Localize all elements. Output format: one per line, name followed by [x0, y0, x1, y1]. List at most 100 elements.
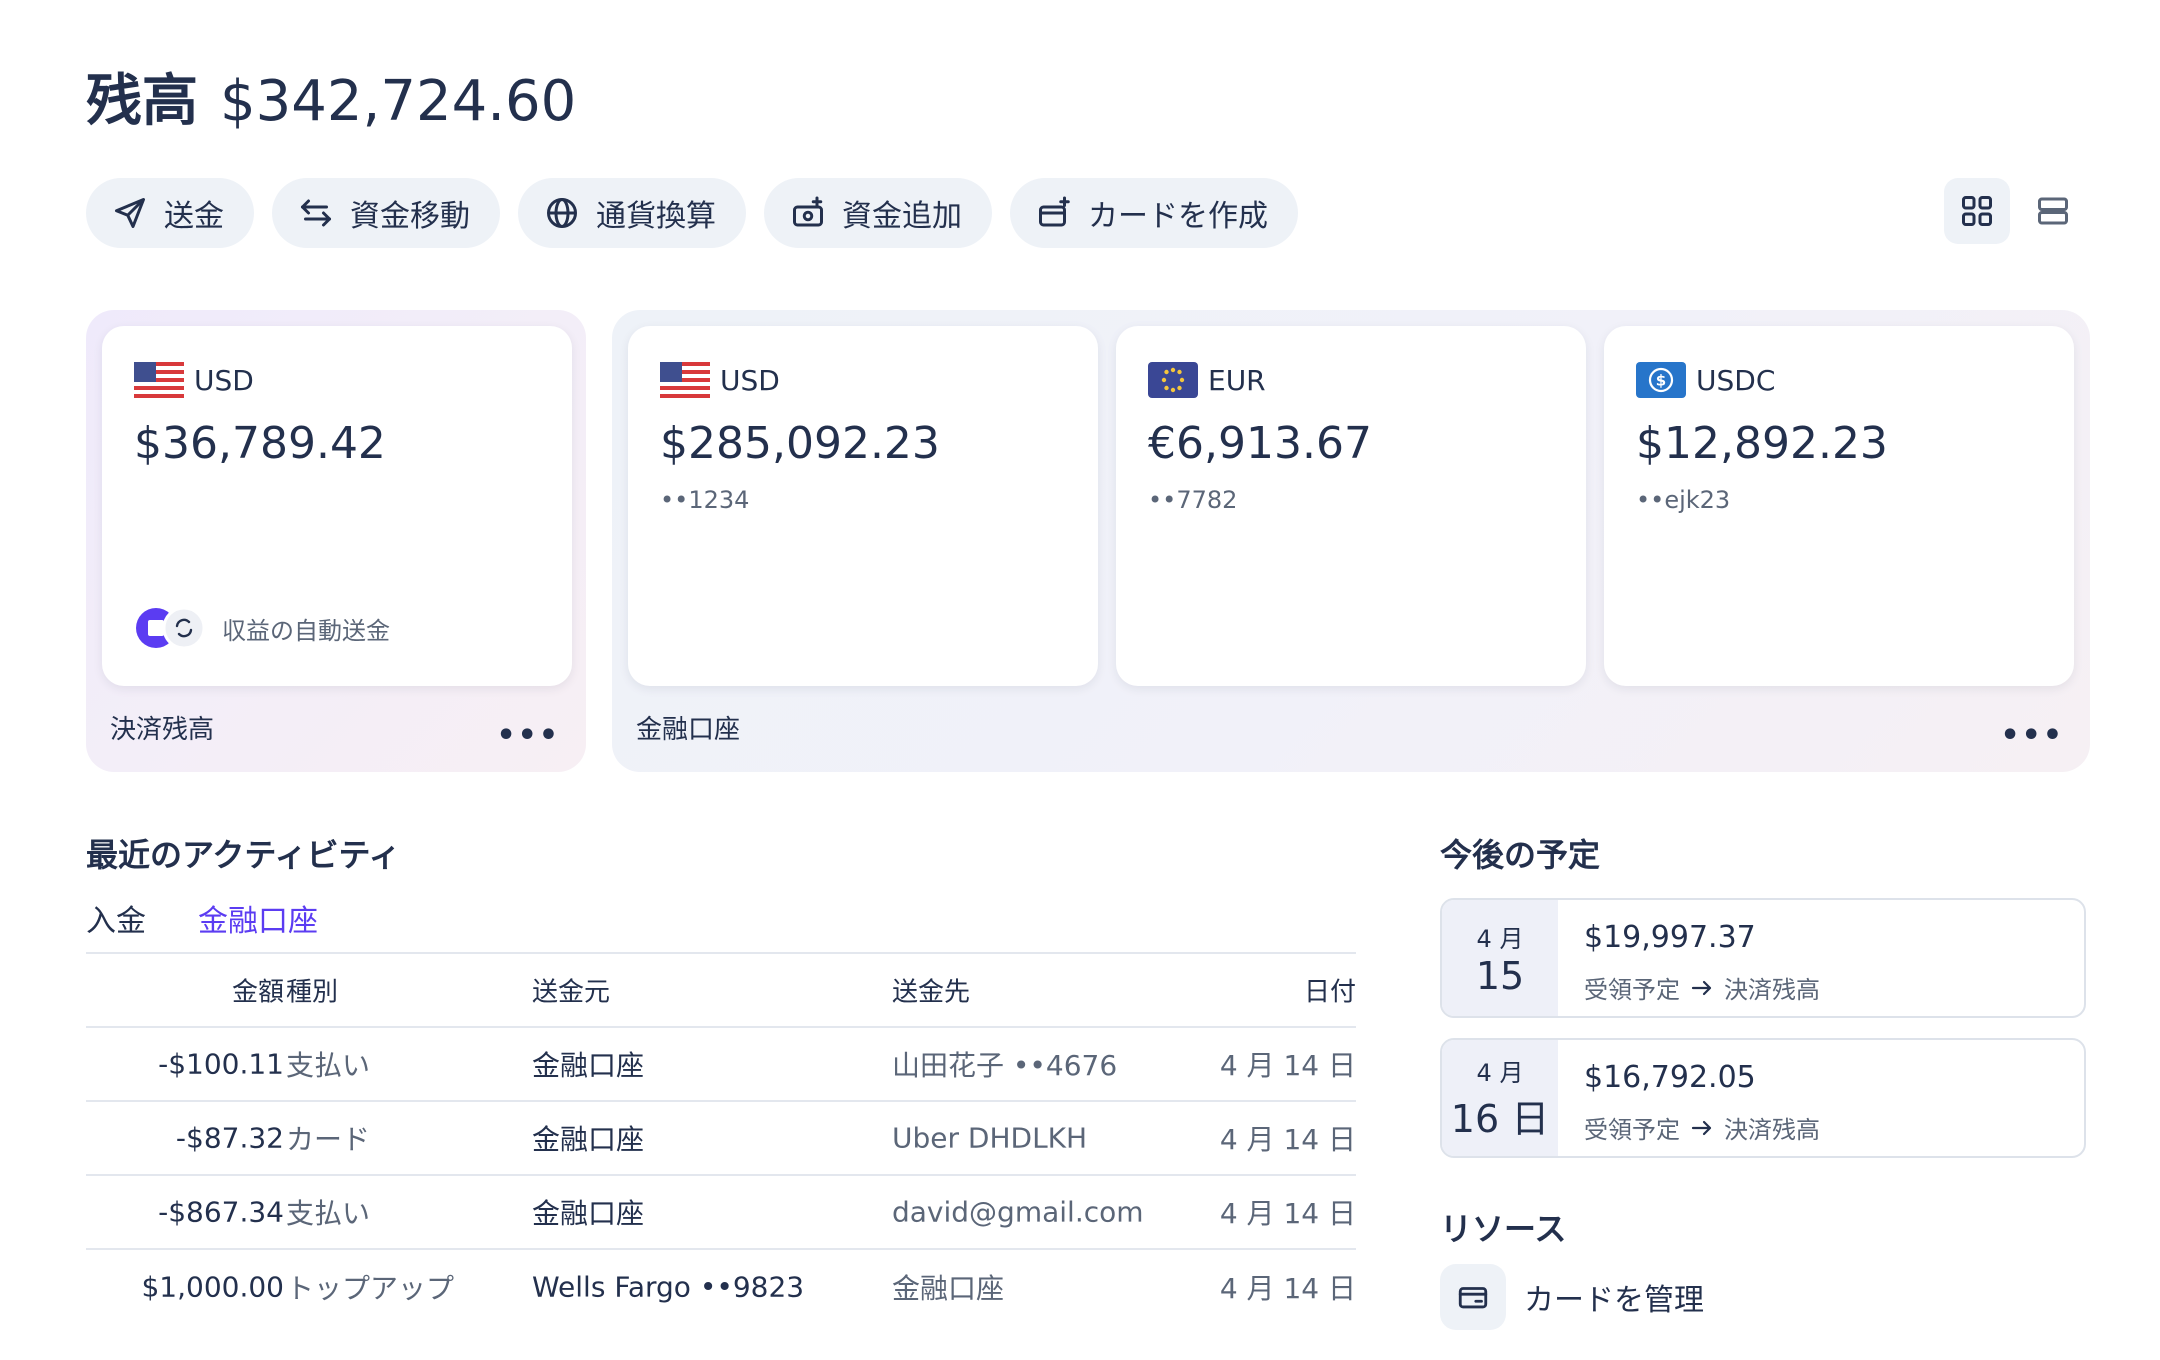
- resource-icon-box: [1440, 1264, 1506, 1330]
- view-toggle: [1944, 178, 2086, 244]
- page-title: 残高 $342,724.60: [86, 62, 576, 142]
- create-card-icon: [1039, 196, 1070, 227]
- transfer-arrows-icon: [301, 199, 331, 227]
- currency-code: EUR: [1208, 363, 1266, 397]
- upcoming-title: 今後の予定: [1440, 836, 1601, 874]
- row-amount: -$867.34: [158, 1195, 284, 1229]
- col-from: 送金元: [532, 977, 611, 1008]
- upcoming-date: 4 月 15: [1442, 900, 1558, 1016]
- row-from: 金融口座: [532, 1197, 645, 1230]
- col-type: 種別: [286, 977, 339, 1008]
- list-rows-icon: [2038, 197, 2068, 225]
- manage-cards-label: カードを管理: [1524, 1283, 1704, 1318]
- row-date: 4 月 14 日: [1219, 1049, 1356, 1082]
- table-row[interactable]: -$87.32 カード 金融口座 Uber DHDLKH 4 月 14 日: [86, 1102, 1356, 1176]
- upcoming-status: 受領予定: [1584, 1116, 1680, 1144]
- globe-icon: [547, 198, 577, 228]
- send-button[interactable]: 送金: [86, 178, 254, 248]
- upcoming-month: 4 月: [1476, 1059, 1524, 1087]
- eu-flag-icon: [1148, 362, 1198, 398]
- table-header: 金額 種別 送金元 送金先 日付: [86, 954, 1356, 1028]
- auto-transfer-row[interactable]: 収益の自動送金: [134, 606, 390, 650]
- add-funds-button-label: 資金追加: [842, 199, 962, 234]
- activity-table: 金額 種別 送金元 送金先 日付 -$100.11 支払い 金融口座 山田花子 …: [86, 952, 1356, 1324]
- financial-accounts-group: USD $285,092.23 ••1234 EUR €6,913.67 ••7…: [612, 310, 2090, 772]
- payment-balance-card[interactable]: USD $36,789.42 収益の自動送金: [102, 326, 572, 686]
- eur-account-card[interactable]: EUR €6,913.67 ••7782: [1116, 326, 1586, 686]
- send-button-label: 送金: [164, 199, 224, 234]
- row-type: 支払い: [286, 1197, 371, 1230]
- card-balance: $285,092.23: [660, 418, 940, 469]
- card-currency-header: $ USDC: [1636, 362, 1775, 398]
- table-row[interactable]: -$100.11 支払い 金融口座 山田花子 ••4676 4 月 14 日: [86, 1028, 1356, 1102]
- financial-accounts-label: 金融口座: [636, 715, 741, 745]
- us-flag-icon: [660, 362, 710, 398]
- grid-icon: [1962, 196, 1992, 226]
- auto-transfer-label: 収益の自動送金: [222, 616, 390, 645]
- row-from: Wells Fargo ••9823: [532, 1270, 805, 1304]
- col-to: 送金先: [892, 977, 971, 1008]
- upcoming-amount: $16,792.05: [1584, 1060, 1756, 1095]
- row-to: david@gmail.com: [892, 1195, 1144, 1229]
- row-to: Uber DHDLKH: [892, 1121, 1088, 1155]
- card-balance: €6,913.67: [1148, 418, 1372, 469]
- add-funds-icon: [793, 196, 823, 227]
- row-type: トップアップ: [286, 1272, 455, 1305]
- card-balance: $12,892.23: [1636, 418, 1888, 469]
- upcoming-day: 16 日: [1450, 1097, 1550, 1141]
- arrow-right-icon: [1691, 980, 1712, 995]
- upcoming-description: 受領予定 決済残高: [1584, 970, 1820, 1005]
- create-card-button[interactable]: カードを作成: [1010, 178, 1298, 248]
- row-from: 金融口座: [532, 1049, 645, 1082]
- usd-account-card[interactable]: USD $285,092.23 ••1234: [628, 326, 1098, 686]
- row-to: 山田花子 ••4676: [892, 1049, 1118, 1082]
- col-date: 日付: [1303, 977, 1356, 1008]
- filter-financial-accounts[interactable]: 金融口座: [198, 896, 318, 940]
- transfer-button[interactable]: 資金移動: [272, 178, 500, 248]
- upcoming-destination: 決済残高: [1724, 1116, 1820, 1144]
- card-balance: $36,789.42: [134, 418, 386, 469]
- row-date: 4 月 14 日: [1219, 1123, 1356, 1156]
- resources-title: リソース: [1440, 1210, 1567, 1248]
- row-from: 金融口座: [532, 1123, 645, 1156]
- usdc-coin-icon: $: [1636, 362, 1686, 398]
- currency-code: USD: [194, 363, 254, 397]
- card-currency-header: USD: [660, 362, 780, 398]
- add-funds-button[interactable]: 資金追加: [764, 178, 992, 248]
- upcoming-item[interactable]: 4 月 15 $19,997.37 受領予定 決済残高: [1440, 898, 2086, 1018]
- financial-more-button[interactable]: •••: [2000, 721, 2064, 751]
- row-type: 支払い: [286, 1049, 371, 1082]
- upcoming-item[interactable]: 4 月 16 日 $16,792.05 受領予定 決済残高: [1440, 1038, 2086, 1158]
- action-bar: 送金 資金移動 通貨換算 資金追加 カードを作成: [86, 178, 1298, 248]
- list-view-button[interactable]: [2020, 178, 2086, 244]
- upcoming-destination: 決済残高: [1724, 976, 1820, 1004]
- row-amount: -$87.32: [175, 1121, 284, 1155]
- grid-view-button[interactable]: [1944, 178, 2010, 244]
- payment-more-button[interactable]: •••: [496, 721, 560, 751]
- table-row[interactable]: $1,000.00 トップアップ Wells Fargo ••9823 金融口座…: [86, 1250, 1356, 1324]
- us-flag-icon: [134, 362, 184, 398]
- table-row[interactable]: -$867.34 支払い 金融口座 david@gmail.com 4 月 14…: [86, 1176, 1356, 1250]
- row-date: 4 月 14 日: [1219, 1197, 1356, 1230]
- currency-code: USDC: [1696, 363, 1776, 397]
- convert-currency-button[interactable]: 通貨換算: [518, 178, 746, 248]
- card-currency-header: USD: [134, 362, 254, 398]
- auto-transfer-icon: [136, 606, 206, 650]
- arrow-right-icon: [1691, 1120, 1712, 1135]
- manage-cards-link[interactable]: カードを管理: [1440, 1264, 1704, 1330]
- usdc-account-card[interactable]: $ USDC $12,892.23 ••ejk23: [1604, 326, 2074, 686]
- upcoming-day: 15: [1475, 953, 1525, 998]
- transfer-button-label: 資金移動: [350, 199, 470, 234]
- recent-activity-title: 最近のアクティビティ: [86, 836, 401, 874]
- row-amount: $1,000.00: [141, 1270, 284, 1304]
- payment-balance-label: 決済残高: [110, 715, 215, 745]
- row-to: 金融口座: [892, 1272, 1005, 1305]
- filter-deposits[interactable]: 入金: [86, 896, 146, 940]
- row-date: 4 月 14 日: [1219, 1272, 1356, 1305]
- row-amount: -$100.11: [158, 1047, 284, 1081]
- account-number: ••7782: [1148, 486, 1238, 514]
- create-card-button-label: カードを作成: [1088, 199, 1268, 234]
- row-type: カード: [286, 1123, 371, 1156]
- upcoming-date: 4 月 16 日: [1442, 1040, 1558, 1156]
- balance-label: 残高: [86, 69, 198, 134]
